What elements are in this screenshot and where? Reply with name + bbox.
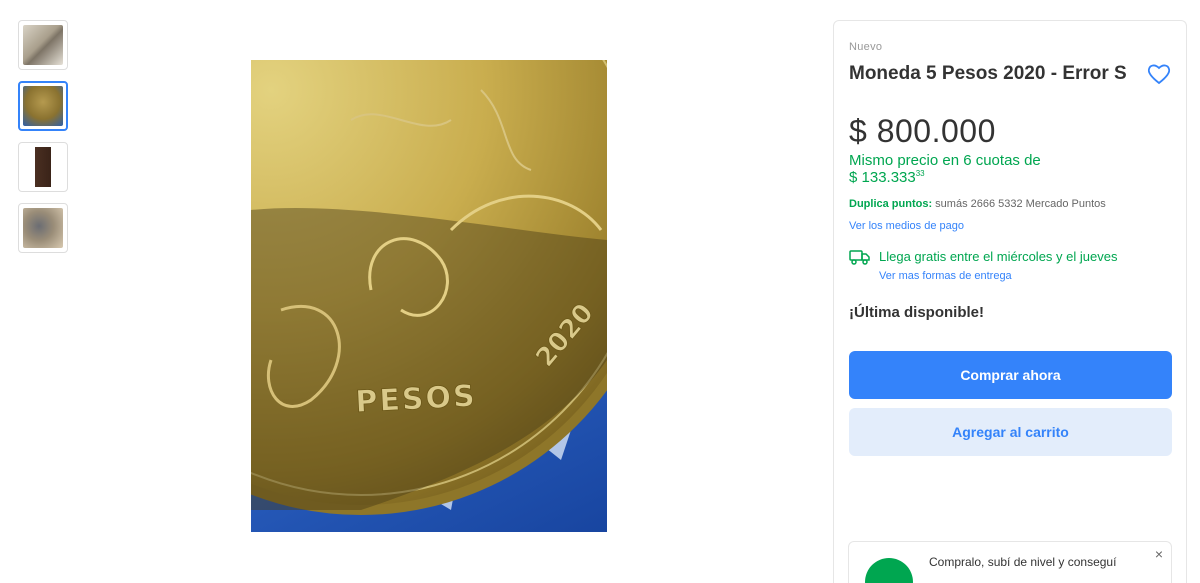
add-to-cart-button[interactable]: Agregar al carrito	[849, 407, 1172, 456]
shipping-text: Llega gratis entre el miércoles y el jue…	[879, 249, 1118, 265]
title-row: Moneda 5 Pesos 2020 - Error S	[849, 61, 1172, 87]
promo-banner: Compralo, subí de nivel y conseguí ×	[848, 541, 1172, 583]
promo-icon	[865, 558, 913, 583]
buy-now-button[interactable]: Comprar ahora	[849, 350, 1172, 399]
promo-text: Compralo, subí de nivel y conseguí	[929, 555, 1117, 569]
thumbnail-image	[23, 208, 63, 248]
points-info: Duplica puntos: sumás 2666 5332 Mercado …	[849, 198, 1170, 210]
close-icon[interactable]: ×	[1155, 546, 1163, 562]
points-label: Duplica puntos:	[849, 198, 933, 211]
product-info-panel: Nuevo Moneda 5 Pesos 2020 - Error S $ 80…	[833, 20, 1187, 583]
truck-icon	[849, 250, 870, 265]
thumbnail-4[interactable]	[18, 203, 68, 253]
product-title: Moneda 5 Pesos 2020 - Error S	[849, 63, 1127, 84]
payment-methods-link[interactable]: Ver los medios de pago	[849, 220, 1170, 232]
installments-amount: $ 133.333	[849, 168, 916, 186]
thumbnail-list	[18, 20, 70, 264]
thumbnail-image	[23, 147, 63, 187]
thumbnail-1[interactable]	[18, 20, 68, 70]
heart-icon[interactable]	[1146, 62, 1172, 86]
thumbnail-image	[23, 86, 63, 126]
thumbnail-image	[23, 25, 63, 65]
coin-denomination: PESOS	[355, 379, 478, 420]
installments-cents: 33	[915, 168, 925, 178]
shipping-options-link[interactable]: Ver mas formas de entrega	[879, 270, 1117, 282]
price: $ 800.000	[849, 112, 996, 149]
thumbnail-3[interactable]	[18, 142, 68, 192]
points-text: sumás 2666 5332 Mercado Puntos	[932, 198, 1106, 211]
shipping-info: Llega gratis entre el miércoles y el jue…	[849, 248, 1170, 282]
installments-text: Mismo precio en 6 cuotas de	[849, 151, 1041, 169]
condition-label: Nuevo	[849, 41, 883, 53]
stock-status: ¡Última disponible!	[849, 303, 984, 321]
thumbnail-2[interactable]	[18, 81, 68, 131]
main-product-image[interactable]: PESOS 2020	[251, 60, 607, 532]
installments: Mismo precio en 6 cuotas de $ 133.33333	[849, 152, 1170, 187]
